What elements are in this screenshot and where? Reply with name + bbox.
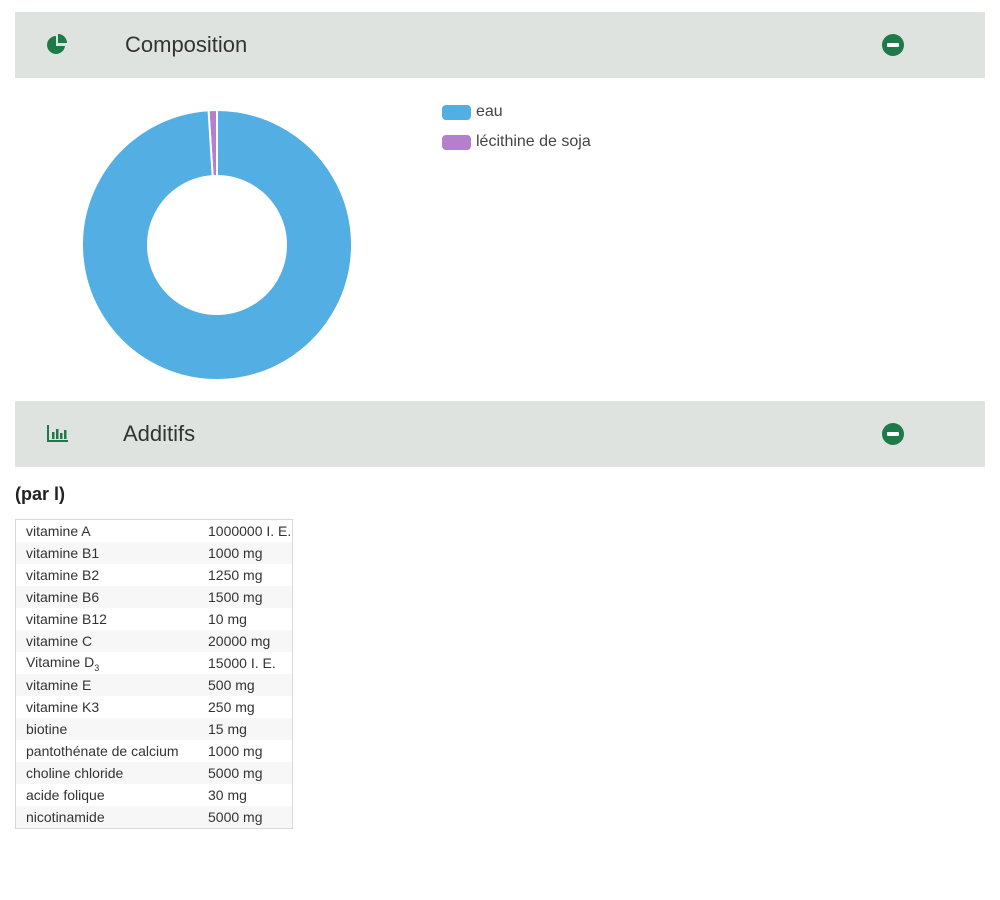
additive-value: 250 mg (208, 699, 255, 715)
additive-value: 1500 mg (208, 586, 293, 608)
additive-name: vitamine K3 (26, 699, 100, 715)
additive-value: 500 mg (208, 674, 293, 696)
additive-name: acide folique (26, 787, 105, 803)
table-row: vitamine B1 1000 mg (15, 542, 293, 564)
additive-name: vitamine B12 (26, 611, 107, 627)
composition-header[interactable]: Composition (15, 12, 985, 78)
additive-value: 10 mg (208, 611, 247, 627)
additive-value: 1000 mg (208, 743, 263, 759)
collapse-composition-icon[interactable] (882, 34, 904, 56)
table-row: choline chloride 5000 mg (15, 762, 293, 784)
composition-title: Composition (125, 32, 248, 57)
additive-value: 20000 mg (208, 630, 293, 652)
legend-label: lécithine de soja (476, 133, 591, 150)
unit-label: (par l) (15, 484, 66, 504)
table-row: vitamine E 500 mg (15, 674, 293, 696)
legend-item[interactable]: lécithine de soja (442, 127, 591, 157)
additive-name: biotine (15, 718, 208, 740)
additive-name: vitamine A (26, 523, 91, 539)
additive-name: vitamine E (15, 674, 208, 696)
table-row: biotine 15 mg (15, 718, 293, 740)
collapse-additifs-icon[interactable] (882, 423, 904, 445)
bar-chart-icon (47, 425, 68, 442)
legend-swatch (442, 134, 471, 150)
additive-name: vitamine B6 (15, 586, 208, 608)
table-row: acide folique 30 mg (16, 784, 293, 806)
table-row: vitamine B6 1500 mg (15, 586, 293, 608)
chart-legend: eau lécithine de soja (442, 97, 591, 157)
table-row: vitamine A 1000000 I. E. (16, 520, 293, 543)
additive-name: Vitamine D3 (26, 653, 100, 673)
additive-value: 15000 I. E. (208, 655, 276, 671)
table-row: vitamine K3 250 mg (16, 696, 293, 718)
additive-value: 15 mg (208, 718, 293, 740)
additive-name: choline chloride (15, 762, 208, 784)
additive-value: 1000 mg (208, 542, 293, 564)
composition-donut-chart (81, 108, 353, 381)
table-row: Vitamine D3 15000 I. E. (16, 652, 293, 674)
donut-slice-0[interactable] (81, 108, 353, 381)
additifs-header[interactable]: Additifs (15, 401, 985, 467)
additive-value: 1000000 I. E. (208, 523, 292, 539)
additive-value: 5000 mg (208, 806, 293, 829)
legend-item[interactable]: eau (442, 97, 591, 127)
table-row: vitamine B12 10 mg (16, 608, 293, 630)
table-row: vitamine B2 1250 mg (16, 564, 293, 586)
pie-chart-icon (47, 34, 67, 54)
legend-swatch (442, 104, 471, 120)
additive-name: nicotinamide (15, 806, 208, 829)
legend-label: eau (476, 103, 503, 120)
additive-name: vitamine C (15, 630, 208, 652)
table-row: nicotinamide 5000 mg (15, 806, 293, 829)
table-row: vitamine C 20000 mg (15, 630, 293, 652)
additive-value: 30 mg (208, 787, 247, 803)
additive-value: 1250 mg (208, 567, 263, 583)
additive-name: vitamine B1 (15, 542, 208, 564)
additive-name: vitamine B2 (26, 567, 100, 583)
additive-name: pantothénate de calcium (26, 743, 179, 759)
additive-value: 5000 mg (208, 762, 293, 784)
table-row: pantothénate de calcium 1000 mg (16, 740, 293, 762)
additives-table: vitamine A 1000000 I. E. vitamine B1 1000 m… (15, 519, 293, 829)
additifs-title: Additifs (123, 421, 196, 446)
